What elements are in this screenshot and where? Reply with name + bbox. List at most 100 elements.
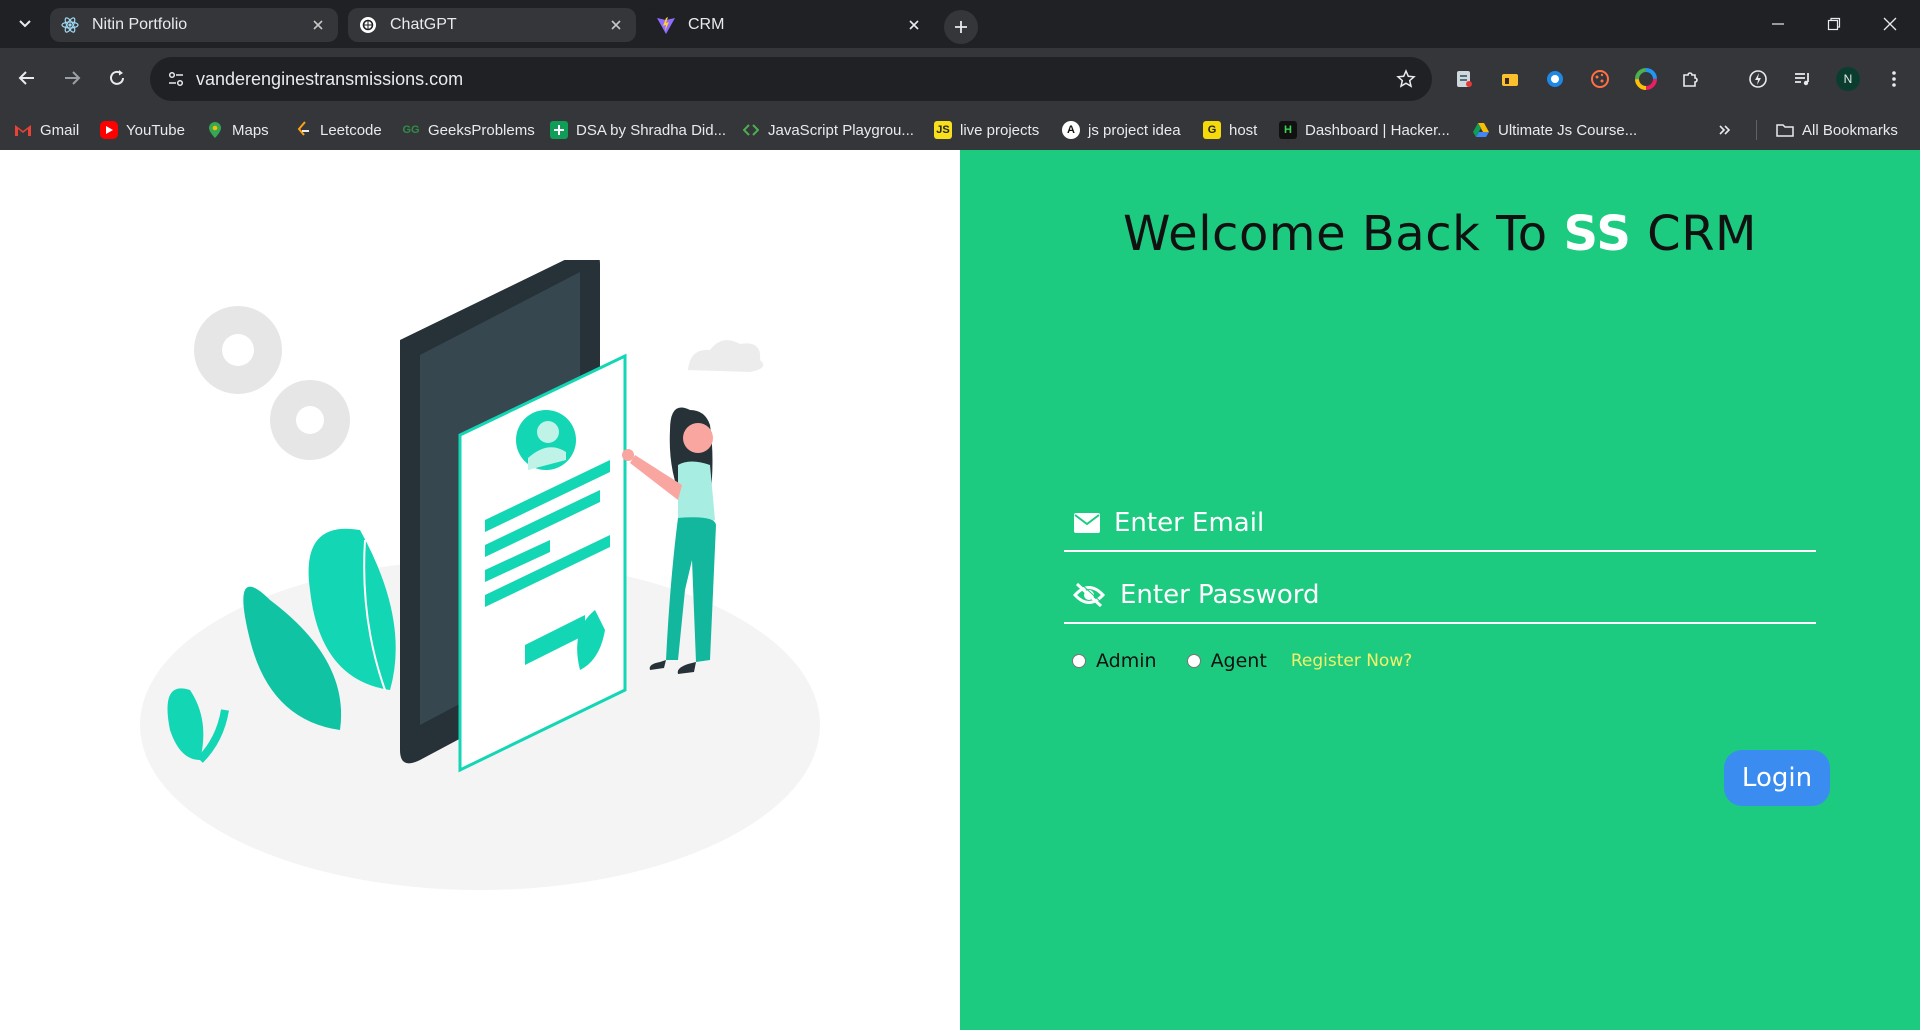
tab-nitin-portfolio[interactable]: Nitin Portfolio bbox=[50, 8, 338, 42]
hackerrank-icon: H bbox=[1279, 121, 1297, 139]
envelope-icon bbox=[1072, 508, 1102, 538]
tab-search-chevron-icon[interactable] bbox=[10, 9, 40, 39]
back-arrow-icon[interactable] bbox=[10, 61, 44, 95]
bookmark-label: Gmail bbox=[40, 121, 80, 139]
login-panel: Welcome Back To SS CRM Admin Agent Regis… bbox=[960, 150, 1920, 1030]
performance-icon[interactable] bbox=[1744, 65, 1772, 93]
bookmark-youtube[interactable]: YouTube bbox=[100, 118, 185, 142]
agent-radio[interactable] bbox=[1186, 654, 1201, 668]
restore-icon[interactable] bbox=[1814, 10, 1854, 38]
crm-login-page: Welcome Back To SS CRM Admin Agent Regis… bbox=[0, 150, 1920, 1030]
site-info-icon[interactable] bbox=[162, 65, 190, 93]
email-field bbox=[1064, 494, 1816, 552]
bookmark-ultimate-js-course[interactable]: Ultimate Js Course... bbox=[1472, 118, 1637, 142]
tab-title: Nitin Portfolio bbox=[92, 16, 188, 33]
close-window-icon[interactable] bbox=[1870, 10, 1910, 38]
admin-label[interactable]: Admin bbox=[1096, 650, 1157, 672]
js-icon: JS bbox=[934, 121, 952, 139]
bookmark-maps[interactable]: Maps bbox=[206, 118, 269, 142]
bookmark-label: live projects bbox=[960, 121, 1040, 139]
tab-strip: Nitin Portfolio ChatGPT CRM bbox=[0, 0, 1920, 48]
browser-toolbar: vanderenginestransmissions.com N bbox=[0, 48, 1920, 110]
eye-slash-icon[interactable] bbox=[1072, 580, 1106, 610]
welcome-heading: Welcome Back To SS CRM bbox=[960, 206, 1920, 262]
bookmarks-divider bbox=[1756, 120, 1757, 140]
password-field bbox=[1064, 566, 1816, 624]
welcome-suffix: CRM bbox=[1631, 206, 1757, 262]
reload-icon[interactable] bbox=[100, 61, 134, 95]
bookmark-star-icon[interactable] bbox=[1394, 67, 1418, 91]
tab-crm[interactable]: CRM bbox=[646, 8, 934, 42]
youtube-icon bbox=[100, 121, 118, 139]
react-icon bbox=[60, 15, 80, 35]
new-tab-button[interactable] bbox=[944, 10, 978, 44]
chatgpt-icon bbox=[358, 15, 378, 35]
more-bookmarks-chevron-icon[interactable] bbox=[1718, 118, 1732, 142]
bookmark-hackerrank[interactable]: H Dashboard | Hacker... bbox=[1279, 118, 1450, 142]
bookmark-host[interactable]: G host bbox=[1203, 118, 1257, 142]
url-text: vanderenginestransmissions.com bbox=[196, 69, 464, 89]
agent-label[interactable]: Agent bbox=[1211, 650, 1267, 672]
bookmark-label: JavaScript Playgrou... bbox=[768, 121, 914, 139]
profile-initial: N bbox=[1836, 67, 1860, 91]
bookmarks-bar: Gmail YouTube Maps Leetcode GG GeeksProb… bbox=[0, 110, 1920, 150]
maps-icon bbox=[206, 121, 224, 139]
illustration-panel bbox=[0, 150, 960, 1030]
login-button[interactable]: Login bbox=[1724, 750, 1830, 806]
media-queue-icon[interactable] bbox=[1789, 65, 1817, 93]
password-input[interactable] bbox=[1120, 576, 1810, 614]
tab-chatgpt[interactable]: ChatGPT bbox=[348, 8, 636, 42]
geeksforgeeks-icon: GG bbox=[402, 124, 420, 136]
tab-title: CRM bbox=[688, 16, 725, 33]
bookmark-javascript-playground[interactable]: JavaScript Playgrou... bbox=[742, 118, 914, 142]
close-tab-icon[interactable] bbox=[606, 15, 626, 35]
role-selector: Admin Agent Register Now? bbox=[1064, 646, 1412, 676]
bookmark-label: GeeksProblems bbox=[428, 121, 535, 139]
sheets-icon bbox=[550, 121, 568, 139]
all-bookmarks-label: All Bookmarks bbox=[1802, 121, 1898, 139]
bookmark-geeksproblems[interactable]: GG GeeksProblems bbox=[402, 118, 535, 142]
bookmark-label: Leetcode bbox=[320, 121, 382, 139]
bookmark-dsa-sheet[interactable]: DSA by Shradha Did... bbox=[550, 118, 726, 142]
host-icon: G bbox=[1203, 121, 1221, 139]
bookmark-label: Ultimate Js Course... bbox=[1498, 121, 1638, 139]
bookmark-label: Dashboard | Hacker... bbox=[1305, 121, 1450, 139]
playground-icon bbox=[742, 121, 760, 139]
bookmark-label: host bbox=[1229, 121, 1258, 139]
address-bar[interactable]: vanderenginestransmissions.com bbox=[150, 57, 1432, 101]
bookmark-gmail[interactable]: Gmail bbox=[14, 118, 79, 142]
gmail-icon bbox=[14, 121, 32, 139]
close-tab-icon[interactable] bbox=[308, 15, 328, 35]
email-input[interactable] bbox=[1114, 504, 1804, 542]
folder-icon bbox=[1776, 121, 1794, 139]
close-tab-icon[interactable] bbox=[904, 15, 924, 35]
bookmark-label: Maps bbox=[232, 121, 269, 139]
dev-icon: A bbox=[1062, 121, 1080, 139]
welcome-prefix: Welcome Back To bbox=[1123, 206, 1564, 262]
bookmark-label: js project idea bbox=[1088, 121, 1181, 139]
drive-icon bbox=[1472, 121, 1490, 139]
tab-title: ChatGPT bbox=[390, 16, 457, 33]
bookmark-leetcode[interactable]: Leetcode bbox=[294, 118, 382, 142]
leetcode-icon bbox=[294, 121, 312, 139]
more-menu-icon[interactable] bbox=[1880, 65, 1908, 93]
bookmark-live-projects[interactable]: JS live projects bbox=[934, 118, 1039, 142]
all-bookmarks-button[interactable]: All Bookmarks bbox=[1776, 118, 1898, 142]
vite-icon bbox=[656, 15, 676, 35]
extension-folder-icon[interactable] bbox=[1496, 65, 1524, 93]
extension-circle-icon[interactable] bbox=[1541, 65, 1569, 93]
register-now-link[interactable]: Register Now? bbox=[1291, 651, 1412, 671]
extension-cookie-icon[interactable] bbox=[1586, 65, 1614, 93]
welcome-brand: SS bbox=[1563, 206, 1632, 262]
admin-radio[interactable] bbox=[1072, 654, 1086, 668]
bookmark-label: DSA by Shradha Did... bbox=[576, 121, 727, 139]
extensions-puzzle-icon[interactable] bbox=[1677, 65, 1705, 93]
bookmark-label: YouTube bbox=[126, 121, 185, 139]
forward-arrow-icon[interactable] bbox=[55, 61, 89, 95]
minimize-icon[interactable] bbox=[1758, 10, 1798, 38]
profile-avatar[interactable]: N bbox=[1834, 65, 1862, 93]
login-illustration bbox=[140, 260, 820, 890]
extension-notes-icon[interactable] bbox=[1450, 65, 1478, 93]
extension-color-wheel-icon[interactable] bbox=[1632, 65, 1660, 93]
bookmark-js-project-idea[interactable]: A js project idea bbox=[1062, 118, 1181, 142]
